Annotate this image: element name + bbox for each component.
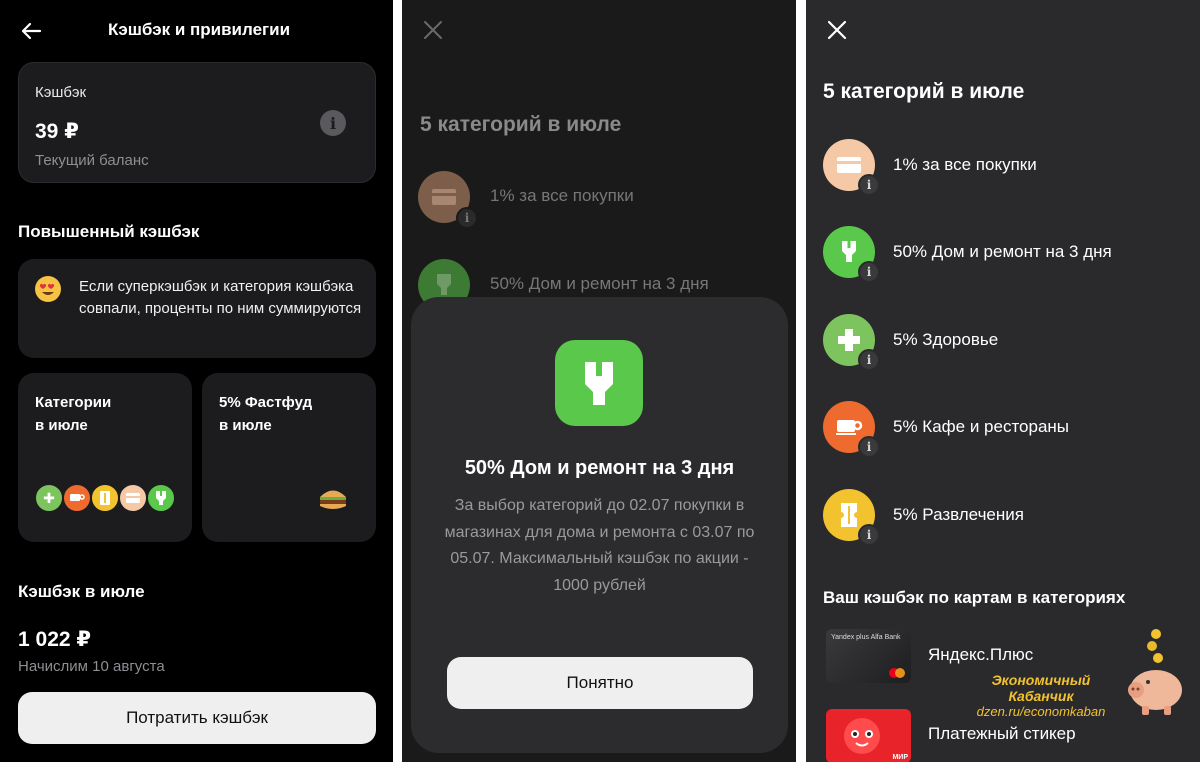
spend-cashback-button[interactable]: Потратить кэшбэк	[18, 692, 376, 744]
category-label: 50% Дом и ремонт на 3 дня	[490, 274, 709, 293]
cashback-screen: Кэшбэк и привилегии Кэшбэк 39 ₽ Текущий …	[0, 0, 393, 762]
categories-card-title: Категории в июле	[35, 394, 112, 434]
payment-sticker-image: МИР	[826, 709, 911, 762]
note-text: Если суперкэшбэк и категория кэшбэка сов…	[79, 278, 362, 317]
watermark-title: Экономичный Кабанчик	[991, 672, 1091, 704]
category-label: 5% Развлечения	[893, 505, 1024, 524]
category-row[interactable]: i 5% Развлечения	[823, 489, 1193, 546]
info-icon[interactable]: i	[456, 207, 478, 229]
cross-icon: ✚	[34, 483, 64, 513]
category-row[interactable]: i 1% за все покупки	[823, 139, 1193, 196]
balance-subtitle: Текущий баланс	[35, 152, 149, 169]
category-label: 5% Кафе и рестораны	[893, 417, 1070, 436]
categories-heading: 5 категорий в июле	[823, 80, 1025, 103]
balance-amount: 39 ₽	[35, 120, 79, 143]
watermark: Экономичный Кабанчик dzen.ru/economkaban	[966, 672, 1116, 719]
info-icon[interactable]: i	[858, 174, 880, 196]
plug-icon	[555, 340, 643, 426]
info-icon[interactable]: i	[858, 524, 880, 546]
month-cashback-amount: 1 022 ₽	[18, 628, 91, 651]
fastfood-card[interactable]: 5% Фастфуд в июле	[202, 373, 376, 542]
month-cashback-title: Кэшбэк в июле	[18, 582, 145, 601]
categories-heading: 5 категорий в июле	[420, 113, 622, 136]
info-icon[interactable]: i	[858, 261, 880, 283]
cup-icon	[62, 483, 92, 513]
category-label: 50% Дом и ремонт на 3 дня	[893, 242, 1112, 261]
category-label: 1% за все покупки	[490, 186, 634, 205]
categories-list-screen: 5 категорий в июле i 1% за все покупки i…	[806, 0, 1200, 762]
card-name: Платежный стикер	[928, 724, 1076, 743]
info-icon[interactable]: i	[858, 436, 880, 458]
categories-card[interactable]: Категории в июле ✚	[18, 373, 192, 542]
card-thumb-text: Yandex plus Alfa Bank	[831, 634, 901, 641]
category-row[interactable]: i 5% Кафе и рестораны	[823, 401, 1193, 458]
balance-card: Кэшбэк 39 ₽ Текущий баланс i	[18, 62, 376, 183]
card-thumb-text: МИР	[892, 754, 908, 761]
close-icon[interactable]	[826, 19, 848, 41]
plug-icon	[146, 483, 176, 513]
close-icon[interactable]	[422, 19, 444, 41]
info-icon[interactable]: i	[320, 110, 346, 136]
card-icon	[118, 483, 148, 513]
info-icon[interactable]: i	[858, 349, 880, 371]
fastfood-card-title: 5% Фастфуд в июле	[219, 394, 313, 434]
yandex-plus-card-image: Yandex plus Alfa Bank	[826, 629, 911, 683]
card-name: Яндекс.Плюс	[928, 645, 1034, 664]
category-label: 5% Здоровье	[893, 330, 999, 349]
ticket-icon	[90, 483, 120, 513]
month-cashback-subtitle: Начислим 10 августа	[18, 658, 165, 675]
category-row[interactable]: i 5% Здоровье	[823, 314, 1193, 371]
understood-button[interactable]: Понятно	[447, 657, 753, 709]
page-title: Кэшбэк и привилегии	[108, 20, 291, 39]
category-row[interactable]: i 1% за все покупки	[418, 171, 796, 231]
info-note-card: Если суперкэшбэк и категория кэшбэка сов…	[18, 259, 376, 358]
balance-label: Кэшбэк	[35, 84, 87, 101]
modal-description: За выбор категорий до 02.07 покупки в ма…	[444, 497, 755, 594]
category-label: 1% за все покупки	[893, 155, 1037, 174]
back-arrow-icon[interactable]	[20, 20, 42, 42]
cat-mascot-icon	[844, 718, 880, 754]
modal-title: 50% Дом и ремонт на 3 дня	[464, 457, 735, 479]
mastercard-icon	[889, 668, 905, 678]
heart-eyes-emoji-icon	[35, 276, 61, 302]
category-row[interactable]: i 50% Дом и ремонт на 3 дня	[823, 226, 1193, 283]
watermark-url: dzen.ru/economkaban	[976, 704, 1106, 719]
category-detail-screen: 5 категорий в июле i 1% за все покупки 5…	[402, 0, 796, 762]
piggy-bank-logo-icon	[1128, 629, 1182, 715]
cards-section-title: Ваш кэшбэк по картам в категориях	[823, 588, 1126, 607]
raised-cashback-title: Повышенный кэшбэк	[18, 222, 200, 241]
burger-icon	[320, 490, 346, 509]
category-modal: 50% Дом и ремонт на 3 дня За выбор катег…	[411, 297, 788, 753]
